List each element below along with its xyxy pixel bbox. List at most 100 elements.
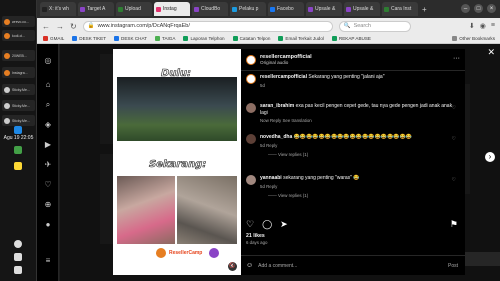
view-replies-link[interactable]: —— View replies (1)	[268, 152, 456, 157]
post-header: resellercampofficial Original audio ···	[241, 49, 465, 71]
downloads-icon[interactable]: ⬇	[469, 22, 475, 30]
back-icon[interactable]: ←	[42, 22, 50, 31]
comment-icon[interactable]: ◯	[262, 219, 272, 230]
tray-icon[interactable]	[14, 162, 22, 170]
comment-meta[interactable]: 5d Reply	[260, 143, 456, 148]
comment-meta[interactable]: Now Reply See translation	[260, 118, 456, 123]
account-icon[interactable]: ◉	[480, 22, 486, 30]
browser-tab[interactable]: Cara Inst	[382, 2, 418, 16]
bookmark-rekap-abuse[interactable]: REKAP ABUSE	[331, 36, 371, 41]
menu-icon[interactable]: ≡	[491, 22, 495, 30]
comment-username[interactable]: resellercampofficial	[260, 74, 307, 80]
browser-tab[interactable]: Facebo	[268, 2, 304, 16]
address-bar[interactable]: 🔒 www.instagram.com/p/DcANqFrqaEb/	[82, 20, 333, 32]
avatar[interactable]	[246, 175, 256, 185]
taskbar-window[interactable]: 20WEB...	[2, 50, 35, 61]
next-post-button[interactable]: ›	[485, 152, 495, 162]
emoji-icon[interactable]: ☺	[246, 262, 253, 269]
comment-username[interactable]: yannaabi	[260, 175, 282, 181]
close-window-button[interactable]: ×	[487, 4, 496, 13]
taskbar-window[interactable]: Sticky.Me...	[2, 115, 35, 126]
taskbar-window[interactable]: kodi-cl...	[2, 30, 35, 41]
explore-icon[interactable]: ◈	[43, 120, 53, 130]
share-icon[interactable]: ➤	[280, 219, 288, 230]
other-bookmarks[interactable]: Other Bookmarks	[452, 36, 495, 41]
navigation-toolbar: ← → ↻ 🔒 www.instagram.com/p/DcANqFrqaEb/…	[37, 18, 500, 34]
tab-favicon	[232, 6, 237, 12]
search-icon[interactable]: ⌕	[43, 100, 53, 110]
taskbar-window[interactable]: Sticky.Me...	[2, 84, 35, 95]
bookmark-gmail[interactable]: GMAIL	[43, 36, 64, 41]
volume-icon[interactable]	[14, 253, 22, 261]
browser-tab[interactable]: Upload	[116, 2, 152, 16]
clock[interactable]: Agu 19 22:05	[0, 135, 37, 141]
taskbar-window[interactable]: Sticky.Me...	[2, 100, 35, 111]
comment-input[interactable]: Add a comment...	[258, 263, 297, 269]
browser-tab[interactable]: Pelaku p	[230, 2, 266, 16]
view-replies-link[interactable]: —— View replies (1)	[268, 193, 456, 198]
avatar[interactable]	[246, 134, 256, 144]
likes-count[interactable]: 21 likes	[246, 233, 265, 239]
browser-tab[interactable]: Target A	[78, 2, 114, 16]
bookmark-laporan-telphon[interactable]: Laporan Telphon	[183, 36, 225, 41]
tray-icon[interactable]	[14, 146, 22, 154]
add-comment-bar: ☺ Add a comment... Post	[241, 255, 465, 275]
more-options-icon[interactable]: ···	[453, 55, 460, 62]
browser-tab-active[interactable]: Instag	[154, 2, 190, 16]
like-comment-icon[interactable]: ♡	[452, 177, 456, 183]
messages-icon[interactable]: ✈	[43, 160, 53, 170]
browser-tab[interactable]: Upsale &	[306, 2, 342, 16]
reload-icon[interactable]: ↻	[70, 22, 77, 31]
bookmark-taiga[interactable]: TAIGA	[154, 36, 175, 41]
taskbar-window[interactable]: Instagra...	[2, 67, 35, 78]
like-icon[interactable]: ♡	[246, 219, 254, 230]
notifications-icon[interactable]: ♡	[43, 180, 53, 190]
avatar[interactable]	[246, 54, 256, 65]
create-icon[interactable]: ⊕	[43, 200, 53, 210]
taskbar-window[interactable]: wrevo.co...	[2, 16, 35, 27]
comment-username[interactable]: novedha_dha	[260, 134, 292, 140]
home-icon[interactable]: ⌂	[43, 80, 53, 90]
bookmark-desk-chat[interactable]: DESK CHAT	[114, 36, 147, 41]
browser-tab[interactable]: CloudBo	[192, 2, 228, 16]
bookmark-email-judol[interactable]: Email Terkait Judol	[278, 36, 324, 41]
like-comment-icon[interactable]: ♡	[452, 105, 456, 111]
comment-meta[interactable]: 5d Reply	[260, 184, 456, 189]
maximize-button[interactable]: □	[474, 4, 483, 13]
tab-favicon	[384, 6, 389, 12]
tab-bar: X: it's wh Target A Upload Instag CloudB…	[37, 0, 500, 18]
profile-icon[interactable]: ●	[43, 220, 53, 230]
avatar[interactable]	[246, 74, 256, 84]
comment: yannaabi sekarang yang penting "waras" 😂…	[246, 175, 456, 198]
bookmark-catatan-telpon[interactable]: Catatan Telpon	[232, 36, 270, 41]
comment-text: 😂😂😂😂😂😂😂😂😂😂😂😂😂😂😂😂😂😂😂	[293, 134, 412, 140]
network-icon[interactable]	[14, 240, 22, 248]
instagram-sidebar: ◎ ⌂ ⌕ ◈ ▶ ✈ ♡ ⊕ ● ≡	[37, 44, 59, 281]
post-media[interactable]: Dulu: Sekarang: ResellerCamp 🔇	[113, 49, 241, 275]
like-comment-icon[interactable]: ♡	[452, 136, 456, 142]
browser-tab[interactable]: Upsale &	[344, 2, 380, 16]
post-comment-button[interactable]: Post	[448, 263, 458, 269]
new-tab-button[interactable]: +	[422, 5, 427, 14]
comment: novedha_dha 😂😂😂😂😂😂😂😂😂😂😂😂😂😂😂😂😂😂😂 5d Reply…	[246, 134, 456, 157]
power-icon[interactable]	[14, 266, 22, 274]
reels-icon[interactable]: ▶	[43, 140, 53, 150]
bookmark-icon	[154, 36, 160, 41]
forward-icon[interactable]: →	[56, 22, 64, 31]
comment-username[interactable]: saran_ibrahim	[260, 103, 294, 109]
instagram-page: ◎ ⌂ ⌕ ◈ ▶ ✈ ♡ ⊕ ● ≡ ✕ › Messages Dulu: S…	[37, 44, 500, 281]
gmail-icon	[43, 36, 48, 41]
bluetooth-icon[interactable]	[14, 126, 22, 134]
browser-tab[interactable]: X: it's wh	[40, 2, 76, 16]
audio-label[interactable]: Original audio	[260, 60, 312, 65]
instagram-logo-icon[interactable]: ◎	[43, 56, 53, 66]
more-menu-icon[interactable]: ≡	[43, 256, 53, 266]
search-input[interactable]: 🔍 Search	[338, 20, 411, 32]
minimize-button[interactable]: –	[461, 4, 470, 13]
bookmark-desk-tiket[interactable]: DESK TIKET	[72, 36, 106, 41]
comment-text: sekarang yang penting "waras" 😂	[283, 175, 360, 181]
audio-icon[interactable]: 🔇	[228, 262, 237, 271]
save-icon[interactable]: ⚑	[450, 219, 458, 230]
avatar[interactable]	[246, 103, 256, 113]
close-icon[interactable]: ✕	[487, 47, 495, 58]
